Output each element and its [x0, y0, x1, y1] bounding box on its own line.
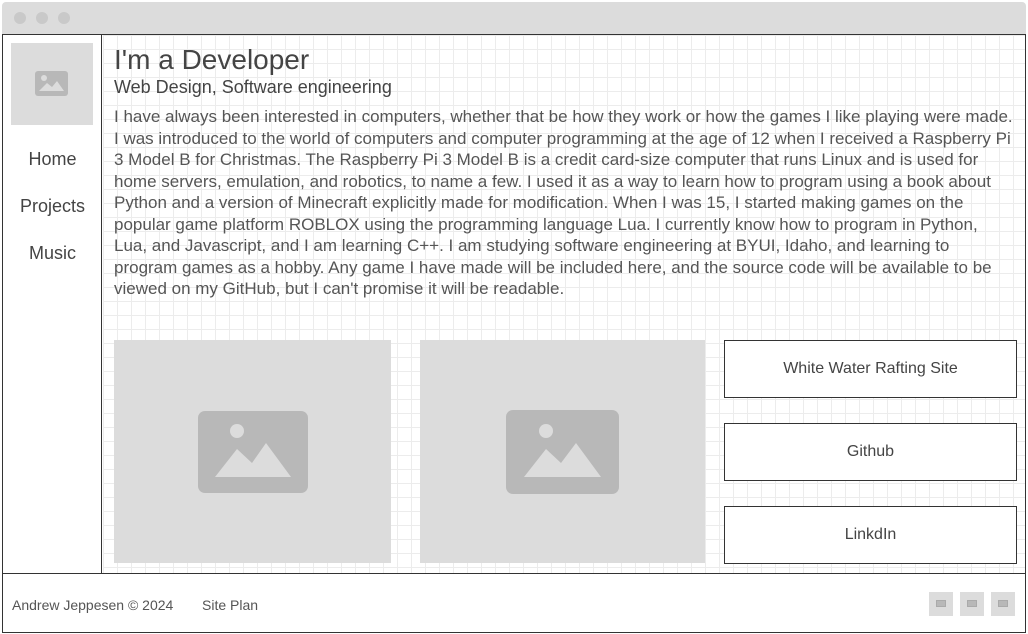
site-plan-link[interactable]: Site Plan	[202, 597, 258, 613]
linkedin-link-button[interactable]: LinkdIn	[724, 506, 1017, 564]
project-image-2	[420, 340, 705, 563]
sidebar-item-home[interactable]: Home	[3, 149, 102, 170]
footer: Andrew Jeppesen © 2024 Site Plan	[3, 573, 1025, 632]
project-image-1	[114, 340, 391, 563]
social-icon[interactable]	[991, 592, 1015, 616]
sidebar: Home Projects Music	[3, 35, 102, 573]
white-water-rafting-link-button[interactable]: White Water Rafting Site	[724, 340, 1017, 398]
sidebar-item-projects[interactable]: Projects	[3, 196, 102, 217]
bio-paragraph: I have always been interested in compute…	[114, 107, 1013, 298]
window-titlebar	[2, 2, 1026, 34]
page-frame: Home Projects Music I'm a Developer Web …	[2, 34, 1026, 633]
sidebar-item-music[interactable]: Music	[3, 243, 102, 264]
page-subtitle: Web Design, Software engineering	[114, 77, 392, 97]
image-placeholder-icon	[506, 410, 619, 494]
main-content: I'm a Developer Web Design, Software eng…	[103, 35, 1025, 573]
social-icon[interactable]	[929, 592, 953, 616]
image-placeholder-icon	[198, 411, 308, 493]
minimize-dot-icon[interactable]	[36, 12, 48, 24]
maximize-dot-icon[interactable]	[58, 12, 70, 24]
logo[interactable]	[11, 43, 93, 125]
social-icon[interactable]	[960, 592, 984, 616]
close-dot-icon[interactable]	[14, 12, 26, 24]
footer-copyright: Andrew Jeppesen © 2024	[12, 597, 174, 613]
github-link-button[interactable]: Github	[724, 423, 1017, 481]
page-title: I'm a Developer	[114, 44, 310, 75]
image-placeholder-icon	[35, 71, 68, 96]
